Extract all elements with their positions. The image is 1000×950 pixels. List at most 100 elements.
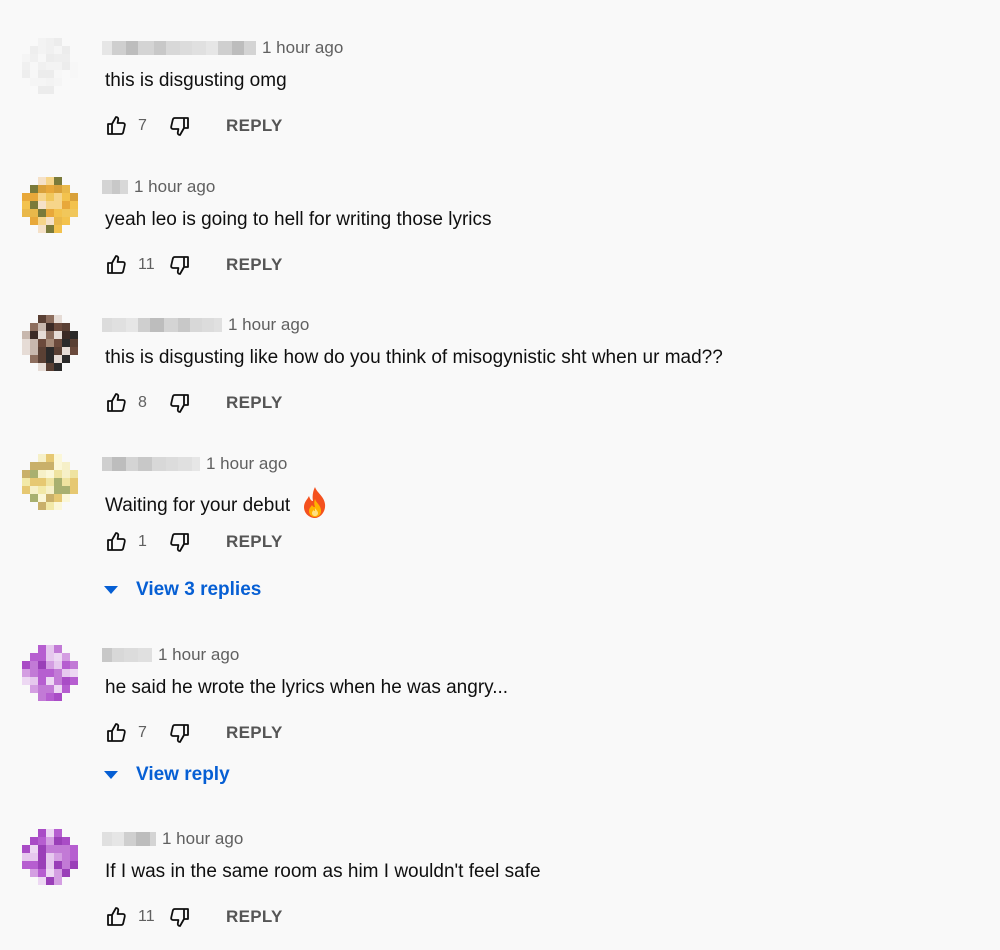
avatar-pixel	[38, 877, 46, 885]
avatar-pixel	[22, 225, 30, 233]
avatar-pixel	[22, 185, 30, 193]
avatar-pixel	[38, 478, 46, 486]
avatar-pixel	[30, 86, 38, 94]
avatar-pixel	[70, 363, 78, 371]
avatar-pixel	[54, 877, 62, 885]
view-replies-button[interactable]: View reply	[104, 763, 230, 787]
avatar-pixel	[54, 46, 62, 54]
avatar-pixel	[22, 209, 30, 217]
name-blur-block	[192, 457, 200, 471]
avatar-pixel	[62, 201, 70, 209]
avatar-pixel	[70, 454, 78, 462]
avatar-pixel	[70, 339, 78, 347]
author-name-blurred[interactable]	[102, 318, 222, 332]
avatar-pixel	[38, 494, 46, 502]
avatar-pixel	[70, 315, 78, 323]
comment-actions: 8 REPLY	[104, 391, 283, 415]
caret-down-icon	[104, 586, 118, 594]
comment-timestamp[interactable]: 1 hour ago	[228, 315, 309, 335]
avatar-pixel	[70, 62, 78, 70]
avatar-pixel	[62, 78, 70, 86]
thumbs-up-icon[interactable]	[104, 905, 128, 929]
author-name-blurred[interactable]	[102, 41, 256, 55]
thumbs-down-icon[interactable]	[168, 721, 192, 745]
avatar-pixel	[54, 677, 62, 685]
reply-button[interactable]: REPLY	[226, 723, 283, 743]
name-blur-block	[112, 180, 120, 194]
avatar-pixel	[46, 185, 54, 193]
avatar-pixel	[70, 462, 78, 470]
thumbs-up-icon[interactable]	[104, 391, 128, 415]
avatar-pixel	[38, 209, 46, 217]
avatar-pixel	[70, 693, 78, 701]
author-name-blurred[interactable]	[102, 648, 152, 662]
thumbs-up-icon[interactable]	[104, 530, 128, 554]
avatar-pixel	[62, 70, 70, 78]
view-replies-button[interactable]: View 3 replies	[104, 578, 261, 602]
author-name-blurred[interactable]	[102, 457, 200, 471]
thumbs-down-icon[interactable]	[168, 905, 192, 929]
avatar[interactable]	[22, 645, 78, 701]
comment-timestamp[interactable]: 1 hour ago	[206, 454, 287, 474]
comment-timestamp[interactable]: 1 hour ago	[262, 38, 343, 58]
avatar-pixel	[62, 315, 70, 323]
avatar-pixel	[70, 347, 78, 355]
avatar-pixel	[38, 54, 46, 62]
thumbs-up-icon[interactable]	[104, 253, 128, 277]
avatar-pixel	[38, 339, 46, 347]
avatar-pixel	[70, 853, 78, 861]
avatar-pixel	[54, 355, 62, 363]
avatar[interactable]	[22, 177, 78, 233]
reply-button[interactable]: REPLY	[226, 116, 283, 136]
avatar-pixel	[30, 363, 38, 371]
avatar-pixel	[46, 225, 54, 233]
thumbs-up-icon[interactable]	[104, 721, 128, 745]
avatar-pixel	[38, 225, 46, 233]
thumbs-down-icon[interactable]	[168, 253, 192, 277]
avatar-pixel	[22, 193, 30, 201]
thumbs-down-icon[interactable]	[168, 114, 192, 138]
comment-timestamp[interactable]: 1 hour ago	[162, 829, 243, 849]
avatar-pixel	[30, 201, 38, 209]
avatar-pixel	[46, 502, 54, 510]
avatar-pixel	[62, 54, 70, 62]
thumbs-down-icon[interactable]	[168, 391, 192, 415]
author-name-blurred[interactable]	[102, 180, 128, 194]
author-name-blurred[interactable]	[102, 832, 156, 846]
avatar-pixel	[70, 877, 78, 885]
avatar[interactable]	[22, 38, 78, 94]
avatar-pixel	[46, 78, 54, 86]
avatar-pixel	[22, 86, 30, 94]
avatar-pixel	[54, 331, 62, 339]
avatar-pixel	[54, 363, 62, 371]
avatar-pixel	[62, 478, 70, 486]
avatar-pixel	[46, 494, 54, 502]
comment-text: yeah leo is going to hell for writing th…	[105, 209, 492, 231]
name-blur-block	[138, 318, 150, 332]
reply-button[interactable]: REPLY	[226, 255, 283, 275]
comment-timestamp[interactable]: 1 hour ago	[158, 645, 239, 665]
thumbs-down-icon[interactable]	[168, 530, 192, 554]
avatar[interactable]	[22, 454, 78, 510]
avatar-pixel	[22, 486, 30, 494]
thumbs-up-icon[interactable]	[104, 114, 128, 138]
avatar-pixel	[46, 193, 54, 201]
avatar-pixel	[46, 54, 54, 62]
avatar-pixel	[30, 470, 38, 478]
avatar-pixel	[30, 177, 38, 185]
avatar-pixel	[46, 677, 54, 685]
reply-button[interactable]: REPLY	[226, 393, 283, 413]
comment-timestamp[interactable]: 1 hour ago	[134, 177, 215, 197]
avatar[interactable]	[22, 315, 78, 371]
avatar-pixel	[46, 845, 54, 853]
reply-button[interactable]: REPLY	[226, 532, 283, 552]
reply-button[interactable]: REPLY	[226, 907, 283, 927]
name-blur-block	[150, 318, 164, 332]
name-blur-block	[150, 832, 156, 846]
avatar-pixel	[22, 645, 30, 653]
avatar-pixel	[22, 323, 30, 331]
name-blur-block	[192, 41, 206, 55]
avatar[interactable]	[22, 829, 78, 885]
avatar-pixel	[22, 462, 30, 470]
avatar-pixel	[22, 677, 30, 685]
